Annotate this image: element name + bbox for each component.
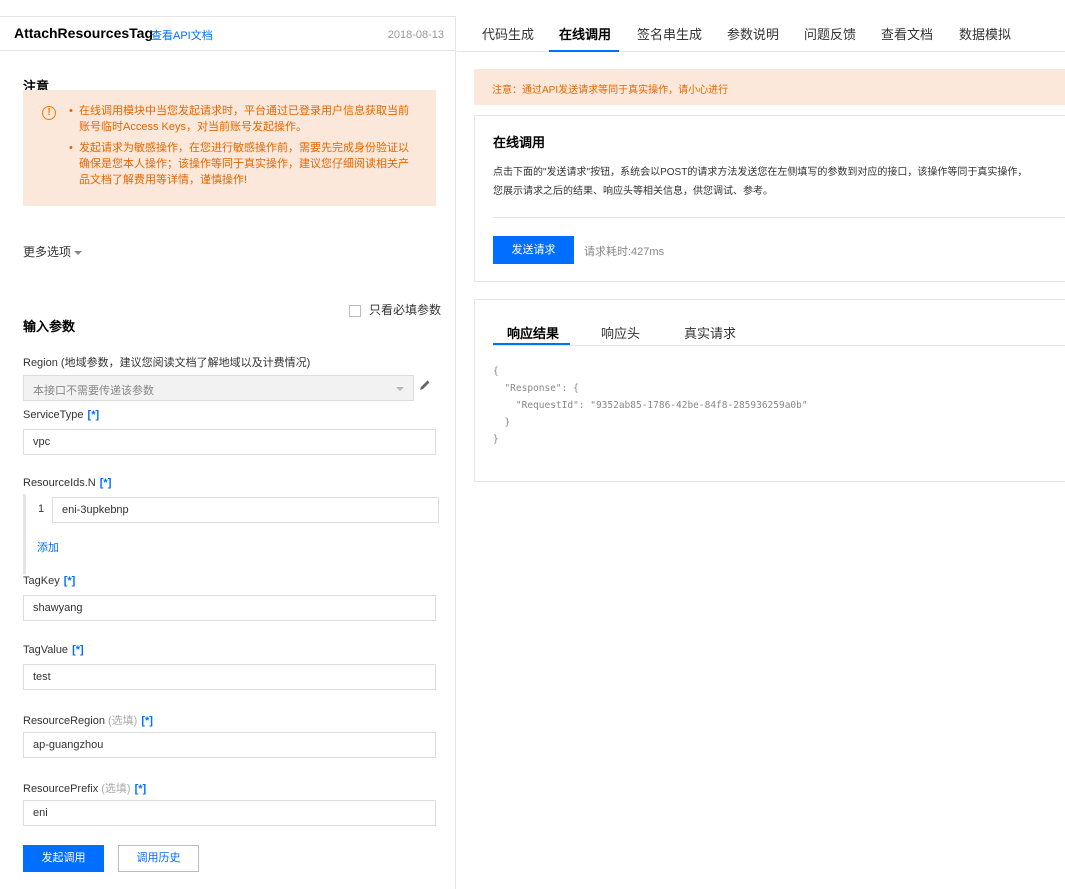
service-type-input[interactable]: vpc bbox=[23, 429, 436, 455]
description-line: 点击下面的"发送请求"按钮，系统会以POST的请求方法发送您在左侧填写的参数到对… bbox=[493, 167, 1028, 178]
resource-ids-label: ResourceIds.N [*] bbox=[23, 477, 111, 489]
tabs-baseline bbox=[493, 345, 1065, 346]
resource-ids-label-text: ResourceIds.N bbox=[23, 477, 96, 489]
tab-response-result[interactable]: 响应结果 bbox=[507, 323, 559, 342]
add-item-link[interactable]: 添加 bbox=[37, 539, 59, 555]
notice-list: 在线调用模块中当您发起请求时，平台通过已登录用户信息获取当前账号临时Access… bbox=[69, 103, 415, 193]
tab-data-mock[interactable]: 数据模拟 bbox=[959, 24, 1011, 43]
top-tab-bar: 代码生成 在线调用 签名串生成 参数说明 问题反馈 查看文档 数据模拟 bbox=[457, 16, 1065, 52]
tab-view-doc[interactable]: 查看文档 bbox=[881, 24, 933, 43]
required-mark: [*] bbox=[72, 644, 84, 656]
region-label: Region (地域参数，建议您阅读文档了解地域以及计费情况) bbox=[23, 357, 311, 369]
real-operation-alert: 注意：通过API发送请求等同于真实操作，请小心进行 bbox=[474, 69, 1065, 105]
tab-feedback[interactable]: 问题反馈 bbox=[804, 24, 856, 43]
tab-param-desc[interactable]: 参数说明 bbox=[727, 24, 779, 43]
array-index: 1 bbox=[38, 503, 45, 515]
edit-pencil-icon[interactable] bbox=[418, 378, 432, 392]
view-api-doc-link[interactable]: 查看API文档 bbox=[151, 27, 213, 43]
api-header: AttachResourcesTag 查看API文档 2018-08-13 bbox=[0, 17, 455, 51]
more-options-toggle[interactable]: 更多选项 bbox=[23, 243, 83, 260]
divider bbox=[493, 217, 1065, 218]
resource-prefix-label: ResourcePrefix (选填) [*] bbox=[23, 780, 146, 796]
checkbox-icon[interactable] bbox=[349, 304, 361, 317]
active-tab-indicator bbox=[493, 343, 570, 345]
active-tab-indicator bbox=[549, 50, 619, 52]
tab-real-request[interactable]: 真实请求 bbox=[684, 323, 736, 342]
resource-region-label-text: ResourceRegion bbox=[23, 715, 105, 727]
optional-mark: (选填) bbox=[108, 715, 138, 727]
resource-ids-array: 1 eni-3upkebnp 添加 bbox=[23, 494, 439, 574]
response-json: { "Response": { "RequestId": "9352ab85-1… bbox=[493, 366, 808, 445]
notice-box: ! 在线调用模块中当您发起请求时，平台通过已登录用户信息获取当前账号临时Acce… bbox=[23, 90, 436, 206]
required-mark: [*] bbox=[141, 715, 153, 727]
required-only-checkbox[interactable]: 只看必填参数 bbox=[349, 301, 441, 318]
history-button[interactable]: 调用历史 bbox=[118, 845, 199, 872]
response-card: 响应结果 响应头 真实请求 { "Response": { "RequestId… bbox=[474, 299, 1065, 482]
tag-key-input[interactable]: shawyang bbox=[23, 595, 436, 621]
description-line: 您展示请求之后的结果、响应头等相关信息，供您调试、参考。 bbox=[493, 186, 773, 197]
required-mark: [*] bbox=[134, 783, 147, 795]
api-date: 2018-08-13 bbox=[387, 29, 444, 41]
notice-item: 发起请求为敏感操作，在您进行敏感操作前，需要先完成身份验证以确保是您本人操作；该… bbox=[69, 140, 415, 188]
service-type-label-text: ServiceType bbox=[23, 409, 84, 421]
request-elapsed-time: 请求耗时:427ms bbox=[584, 246, 665, 258]
caret-down-icon bbox=[74, 250, 83, 255]
region-select: 本接口不需要传递该参数 bbox=[23, 375, 414, 401]
online-call-description: 点击下面的"发送请求"按钮，系统会以POST的请求方法发送您在左侧填写的参数到对… bbox=[493, 163, 1065, 201]
tag-value-label: TagValue [*] bbox=[23, 644, 84, 656]
required-mark: [*] bbox=[99, 477, 112, 489]
resource-prefix-label-text: ResourcePrefix bbox=[23, 783, 99, 795]
warning-icon: ! bbox=[42, 106, 56, 120]
tab-signature[interactable]: 签名串生成 bbox=[637, 24, 702, 43]
online-call-title: 在线调用 bbox=[493, 135, 546, 150]
resource-region-label: ResourceRegion (选填) [*] bbox=[23, 712, 153, 728]
region-select-value: 本接口不需要传递该参数 bbox=[33, 385, 154, 397]
required-mark: [*] bbox=[63, 575, 76, 587]
tag-value-label-text: TagValue bbox=[23, 644, 69, 656]
optional-mark: (选填) bbox=[101, 783, 131, 795]
required-only-label: 只看必填参数 bbox=[369, 303, 442, 317]
tag-key-label: TagKey [*] bbox=[23, 575, 75, 587]
resource-region-input[interactable]: ap-guangzhou bbox=[23, 732, 436, 758]
tab-code-gen[interactable]: 代码生成 bbox=[482, 24, 534, 43]
resource-id-input[interactable]: eni-3upkebnp bbox=[52, 497, 439, 523]
notice-item: 在线调用模块中当您发起请求时，平台通过已登录用户信息获取当前账号临时Access… bbox=[69, 103, 415, 135]
api-name: AttachResourcesTag bbox=[14, 25, 154, 41]
more-options-label: 更多选项 bbox=[23, 245, 72, 259]
caret-down-icon bbox=[396, 387, 404, 391]
online-call-card: 在线调用 点击下面的"发送请求"按钮，系统会以POST的请求方法发送您在左侧填写… bbox=[474, 115, 1065, 282]
send-request-button[interactable]: 发送请求 bbox=[493, 236, 574, 264]
required-mark: [*] bbox=[87, 409, 100, 421]
resource-prefix-input[interactable]: eni bbox=[23, 800, 436, 826]
tab-response-headers[interactable]: 响应头 bbox=[601, 323, 640, 342]
input-params-title: 输入参数 bbox=[23, 319, 76, 334]
service-type-label: ServiceType [*] bbox=[23, 409, 99, 421]
tag-value-input[interactable]: test bbox=[23, 664, 436, 690]
invoke-button[interactable]: 发起调用 bbox=[23, 845, 104, 872]
tag-key-label-text: TagKey bbox=[23, 575, 60, 587]
tab-online-call[interactable]: 在线调用 bbox=[559, 24, 611, 43]
